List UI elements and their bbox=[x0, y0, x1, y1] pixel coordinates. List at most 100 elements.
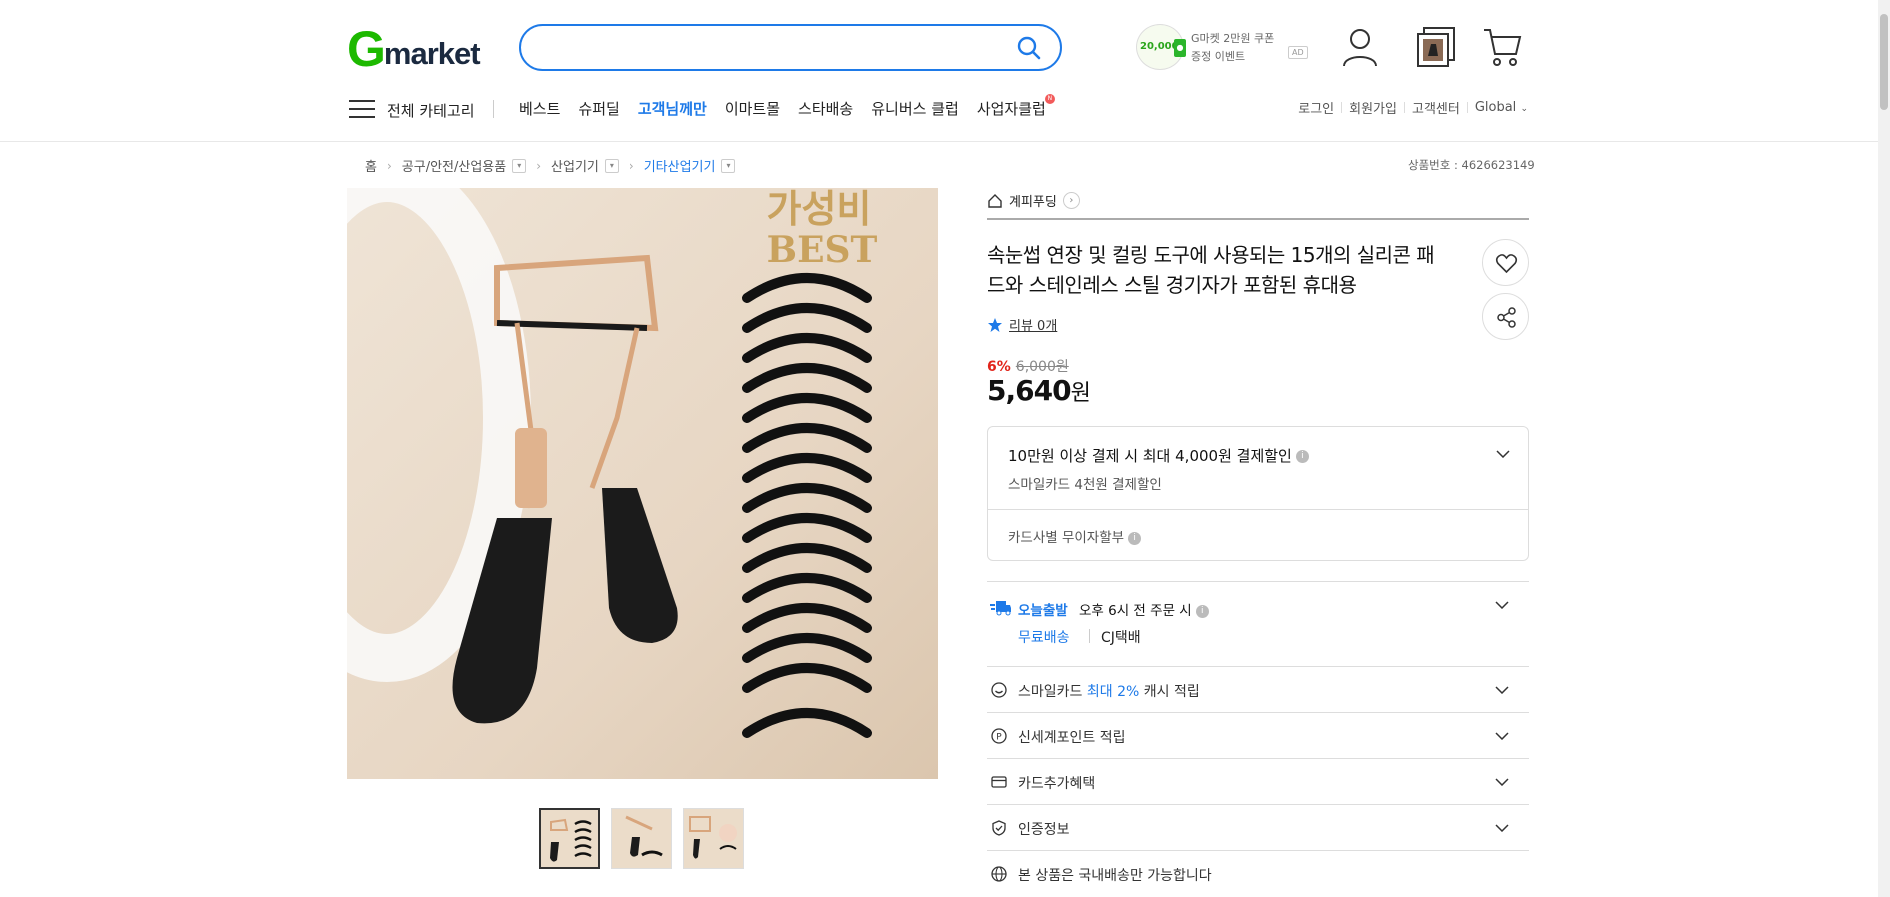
nav-item-star-delivery[interactable]: 스타배송 bbox=[798, 98, 853, 119]
thumbnail-1[interactable] bbox=[539, 808, 600, 869]
chevron-down-icon bbox=[1495, 732, 1509, 740]
smile-card-discount: 스마일카드 4천원 결제할인 bbox=[1008, 477, 1162, 493]
user-icon[interactable] bbox=[1340, 26, 1380, 68]
logo-text: market bbox=[383, 36, 481, 71]
search-icon[interactable] bbox=[1016, 35, 1042, 61]
product-main-image[interactable]: 가성비 BEST bbox=[347, 188, 938, 779]
thumbnail-2[interactable] bbox=[611, 808, 672, 869]
chevron-right-icon: › bbox=[1062, 192, 1080, 209]
chevron-down-icon[interactable]: ▾ bbox=[721, 158, 736, 173]
global-link[interactable]: Global ⌄ bbox=[1475, 100, 1528, 115]
product-number: 상품번호 : 4626623149 bbox=[1408, 158, 1535, 172]
search-input[interactable] bbox=[539, 34, 999, 60]
chevron-down-icon[interactable]: ▾ bbox=[512, 158, 527, 173]
gmarket-logo[interactable]: G market bbox=[347, 24, 481, 74]
nav-item-best[interactable]: 베스트 bbox=[519, 98, 560, 119]
cart-icon[interactable] bbox=[1482, 26, 1522, 68]
smile-icon bbox=[991, 682, 1007, 698]
breadcrumb-home[interactable]: 홈 bbox=[365, 156, 377, 175]
home-icon bbox=[988, 193, 1002, 208]
nav-item-universe-club[interactable]: 유니버스 클럽 bbox=[871, 98, 959, 119]
customer-center-link[interactable]: 고객센터 bbox=[1412, 98, 1460, 117]
recent-items-icon[interactable] bbox=[1416, 26, 1456, 68]
certification-row[interactable]: 인증정보 bbox=[987, 804, 1529, 850]
chevron-down-icon[interactable] bbox=[1496, 450, 1510, 458]
nav-divider bbox=[493, 100, 494, 118]
util-divider bbox=[1403, 102, 1405, 113]
share-icon bbox=[1497, 307, 1516, 328]
today-ship-text: 오후 6시 전 주문 시i bbox=[1079, 599, 1209, 619]
promo-line1: G마켓 2만원 쿠폰 bbox=[1191, 32, 1275, 45]
nav-item-business-club[interactable]: 사업자클럽 N bbox=[977, 94, 1064, 119]
promo-line2: 증정 이벤트 bbox=[1191, 50, 1246, 63]
product-title: 속눈썹 연장 및 컬링 도구에 사용되는 15개의 실리콘 패드와 스테인레스 … bbox=[987, 243, 1435, 297]
star-icon bbox=[988, 317, 1002, 332]
certification-text: 인증정보 bbox=[1018, 822, 1070, 838]
global-label: Global bbox=[1474, 100, 1517, 115]
coupon-tag-icon: ● bbox=[1174, 39, 1186, 57]
thumbnail-3[interactable] bbox=[683, 808, 744, 869]
card-benefit-text: 카드추가혜택 bbox=[1018, 776, 1096, 792]
breadcrumb-item-3[interactable]: 기타산업기기 bbox=[644, 156, 716, 175]
installment-info[interactable]: 카드사별 무이자할부 i bbox=[1008, 526, 1142, 546]
coupon-badge: 20,000 ● bbox=[1136, 24, 1186, 70]
wishlist-button[interactable] bbox=[1482, 239, 1529, 286]
signup-link[interactable]: 회원가입 bbox=[1349, 98, 1397, 117]
overlay-text-1: 가성비 bbox=[767, 188, 872, 231]
shield-check-icon bbox=[992, 820, 1006, 836]
card-benefit-row[interactable]: 카드추가혜택 bbox=[987, 758, 1529, 804]
store-link[interactable]: 계피푸딩 › bbox=[987, 191, 1080, 210]
chevron-down-icon[interactable]: ▾ bbox=[604, 158, 619, 173]
nav-item-for-you[interactable]: 고객님께만 bbox=[638, 98, 707, 119]
domestic-shipping-row: 본 상품은 국내배송만 가능합니다 bbox=[987, 850, 1529, 897]
thumbnail-image bbox=[689, 816, 737, 859]
util-divider bbox=[1466, 102, 1468, 113]
smile-card-text-2: 캐시 적립 bbox=[1139, 684, 1200, 700]
point-icon: P bbox=[991, 728, 1007, 744]
today-ship-label: 오늘출발 bbox=[1018, 603, 1068, 619]
thumbnail-list bbox=[539, 808, 744, 869]
utility-links: 로그인 회원가입 고객센터 Global ⌄ bbox=[1298, 98, 1528, 117]
main-nav: 전체 카테고리 베스트 슈퍼딜 고객님께만 이마트몰 스타배송 유니버스 클럽 … bbox=[349, 94, 1890, 122]
thumbnail-image bbox=[625, 815, 663, 857]
shinsegae-point-row[interactable]: P 신세계포인트 적립 bbox=[987, 712, 1529, 758]
login-link[interactable]: 로그인 bbox=[1298, 98, 1334, 117]
chevron-down-icon bbox=[1495, 686, 1509, 694]
all-category-button[interactable]: 전체 카테고리 bbox=[387, 100, 475, 121]
free-shipping: 무료배송 bbox=[1018, 630, 1070, 646]
util-divider bbox=[1341, 102, 1343, 113]
coupon-promo-banner[interactable]: 20,000 ● G마켓 2만원 쿠폰 증정 이벤트 AD bbox=[1136, 24, 1308, 70]
chevron-down-icon[interactable] bbox=[1495, 601, 1509, 609]
menu-icon[interactable] bbox=[349, 99, 375, 119]
smile-card-cash-text: 스마일카드 최대 2% 캐시 적립 bbox=[1018, 681, 1200, 701]
nav-item-emart[interactable]: 이마트몰 bbox=[725, 98, 780, 119]
chevron-right-icon: › bbox=[386, 158, 392, 173]
smile-card-cash-row[interactable]: 스마일카드 최대 2% 캐시 적립 bbox=[987, 666, 1529, 712]
truck-icon bbox=[990, 601, 1011, 616]
breadcrumb-item-2[interactable]: 산업기기 bbox=[551, 156, 599, 175]
installment-text: 카드사별 무이자할부 bbox=[1008, 530, 1125, 546]
today-ship-condition: 오후 6시 전 주문 시 bbox=[1079, 603, 1192, 619]
scrollbar[interactable] bbox=[1878, 0, 1890, 897]
info-icon[interactable]: i bbox=[1295, 450, 1309, 463]
breadcrumb-item-1[interactable]: 공구/안전/산업용품 bbox=[402, 156, 506, 175]
info-icon[interactable]: i bbox=[1195, 604, 1209, 618]
sale-price-value: 5,640 bbox=[987, 374, 1072, 407]
courier-name: CJ택배 bbox=[1101, 630, 1141, 646]
card-discount-text: 10만원 이상 결제 시 최대 4,000원 결제할인 bbox=[1008, 447, 1292, 465]
shipping-divider bbox=[1089, 629, 1090, 643]
discount-rate: 6% bbox=[987, 359, 1011, 375]
nav-item-superdeal[interactable]: 슈퍼딜 bbox=[578, 98, 619, 119]
card-discount-title[interactable]: 10만원 이상 결제 시 최대 4,000원 결제할인 i bbox=[1008, 445, 1309, 466]
eyelash-curler-illustration: 가성비 BEST bbox=[347, 188, 878, 738]
card-icon bbox=[991, 776, 1007, 788]
search-box bbox=[519, 24, 1062, 71]
store-name: 계피푸딩 bbox=[1009, 195, 1057, 210]
scrollbar-thumb[interactable] bbox=[1880, 14, 1888, 110]
review-link[interactable]: 리뷰 0개 bbox=[987, 315, 1057, 334]
share-button[interactable] bbox=[1482, 293, 1529, 340]
info-icon[interactable]: i bbox=[1128, 531, 1142, 545]
store-divider bbox=[987, 218, 1529, 220]
new-badge: N bbox=[1044, 94, 1055, 104]
coupon-amount: 20,000 bbox=[1140, 41, 1179, 52]
